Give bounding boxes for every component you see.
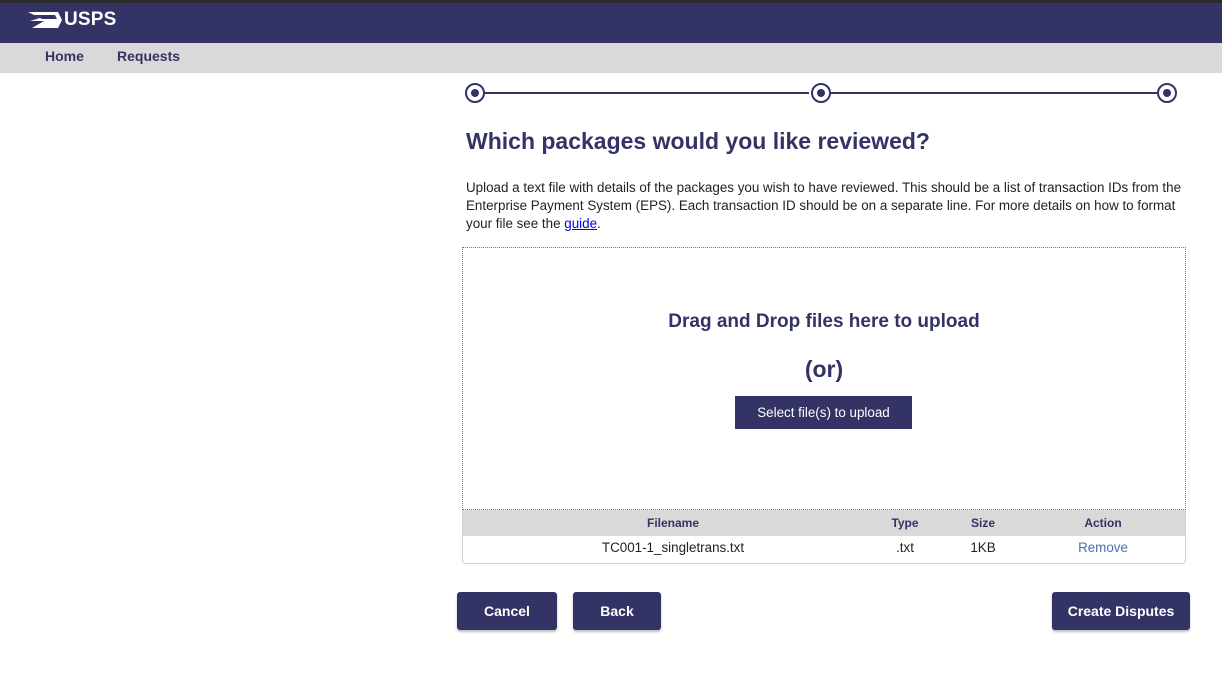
progress-stepper [465, 82, 1189, 104]
drop-zone-or: (or) [804, 356, 844, 382]
header-action: Action [1084, 516, 1122, 530]
step-1-radio-filled-icon [465, 83, 485, 103]
page-title: Which packages would you like reviewed? [466, 128, 930, 154]
eagle-logo-icon [28, 12, 62, 28]
file-type-cell: .txt [896, 540, 914, 555]
remove-file-link[interactable]: Remove [1053, 540, 1153, 555]
table-header-row: Filename Type Size Action [463, 510, 1185, 536]
main-nav: Home Requests [0, 43, 1222, 73]
uploaded-files-table: Filename Type Size Action TC001-1_single… [462, 510, 1186, 564]
instructions-text: Upload a text file with details of the p… [466, 179, 1196, 233]
top-header-bar: USPS [0, 0, 1222, 43]
guide-link[interactable]: guide [564, 216, 597, 231]
step-3-radio-filled-icon [1157, 83, 1177, 103]
stepper-line [829, 92, 1157, 94]
file-name-cell: TC001-1_singletrans.txt [601, 540, 745, 555]
file-size-cell: 1KB [970, 540, 996, 555]
header-filename: Filename [646, 516, 700, 530]
cancel-button[interactable]: Cancel [457, 592, 557, 630]
file-drop-zone[interactable]: Drag and Drop files here to upload (or) … [462, 247, 1186, 510]
header-type: Type [891, 516, 919, 530]
create-disputes-button[interactable]: Create Disputes [1052, 592, 1190, 630]
usps-logo[interactable]: USPS [28, 9, 117, 31]
header-size: Size [970, 516, 995, 530]
select-files-button[interactable]: Select file(s) to upload [735, 396, 912, 429]
instructions-end: . [597, 216, 601, 231]
stepper-line [483, 92, 809, 94]
nav-requests[interactable]: Requests [117, 48, 180, 64]
drop-zone-title: Drag and Drop files here to upload [668, 311, 980, 332]
brand-name: USPS [64, 9, 117, 30]
nav-home[interactable]: Home [45, 48, 84, 64]
back-button[interactable]: Back [573, 592, 661, 630]
step-2-radio-filled-icon [811, 83, 831, 103]
